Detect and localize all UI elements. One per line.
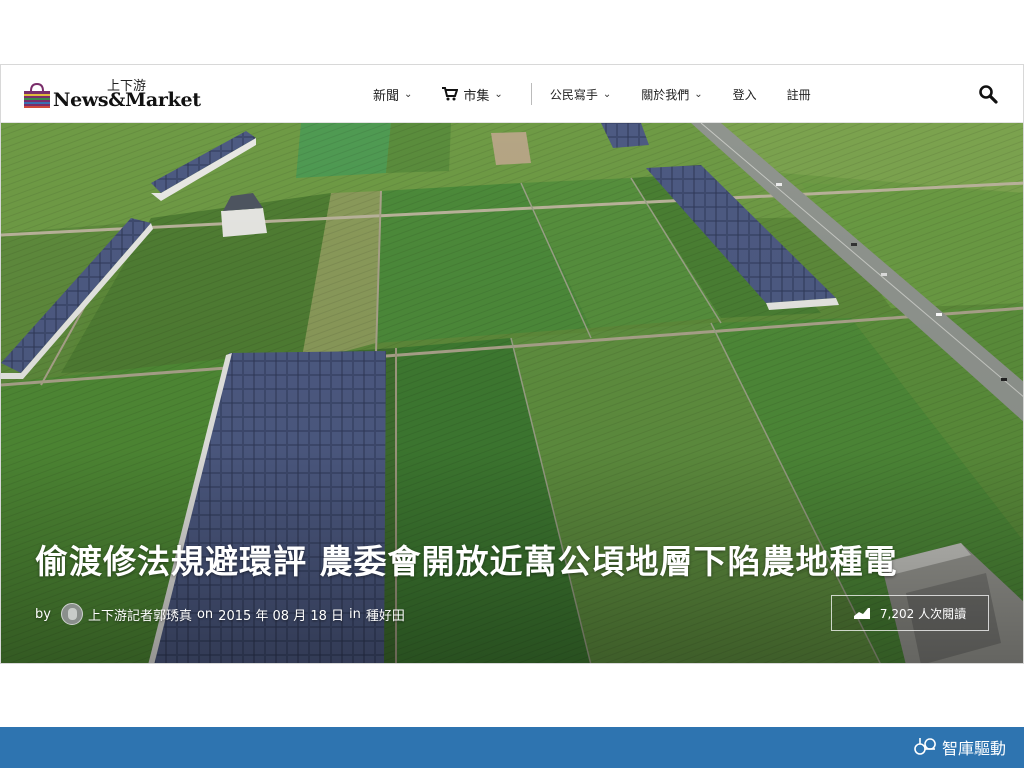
cart-icon xyxy=(442,87,459,101)
trend-chart-icon xyxy=(853,608,870,619)
author-name[interactable]: 上下游記者郭琇真 xyxy=(88,605,192,624)
shopping-bag-logo-icon xyxy=(24,83,50,108)
nav-item-login[interactable]: 登入 xyxy=(733,86,757,103)
view-count-badge: 7,202 人次閱讀 xyxy=(831,595,989,631)
footer-brand-text: 智庫驅動 xyxy=(941,739,1006,758)
byline-by: by xyxy=(35,606,51,622)
brand-logo-icon xyxy=(914,738,936,755)
article-title[interactable]: 偷渡修法規避環評 農委會開放近萬公頃地層下陷農地種電 xyxy=(35,539,975,585)
chevron-down-icon: ⌄ xyxy=(602,88,612,100)
publish-date: 2015 年 08 月 18 日 xyxy=(218,608,345,624)
nav-item-market[interactable]: 市集 ⌄ xyxy=(442,85,503,104)
nav-item-register[interactable]: 註冊 xyxy=(787,86,811,103)
nav-item-label: 公民寫手 xyxy=(549,87,598,102)
view-count-text: 7,202 人次閱讀 xyxy=(879,606,967,621)
hero-section: 偷渡修法規避環評 農委會開放近萬公頃地層下陷農地種電 by 上下游記者郭琇真 o… xyxy=(1,123,1023,663)
nav-item-news[interactable]: 新聞 ⌄ xyxy=(373,85,412,104)
byline-on: on xyxy=(196,606,214,622)
chevron-down-icon: ⌄ xyxy=(404,88,413,100)
nav-item-about[interactable]: 關於我們 ⌄ xyxy=(641,86,702,103)
footer-brand: 智庫驅動 xyxy=(913,735,1006,759)
nav-item-citizen-writers[interactable]: 公民寫手 ⌄ xyxy=(550,86,611,103)
chevron-down-icon: ⌄ xyxy=(494,88,503,100)
logo-brand-text: News&Market xyxy=(53,89,201,111)
slide: 上下游 News&Market 新聞 ⌄ 市集 ⌄ 公民寫手 ⌄ 關於我們 ⌄ … xyxy=(0,0,1024,768)
nav-item-label: 關於我們 xyxy=(641,87,690,102)
nav-divider xyxy=(530,83,532,105)
article-byline: by 上下游記者郭琇真 on 2015 年 08 月 18 日 in 種好田 xyxy=(35,603,410,625)
footer-bar: 智庫驅動 xyxy=(0,727,1024,768)
nav-item-label: 市集 xyxy=(463,88,490,104)
chevron-down-icon: ⌄ xyxy=(694,88,703,100)
main-nav: 新聞 ⌄ 市集 ⌄ 公民寫手 ⌄ 關於我們 ⌄ 登入 註冊 xyxy=(373,65,811,123)
search-icon[interactable] xyxy=(977,83,999,105)
nav-item-label: 註冊 xyxy=(786,87,811,102)
author-avatar[interactable] xyxy=(60,603,83,625)
site-header: 上下游 News&Market 新聞 ⌄ 市集 ⌄ 公民寫手 ⌄ 關於我們 ⌄ … xyxy=(1,65,1023,123)
site-logo[interactable]: 上下游 News&Market xyxy=(23,75,203,115)
nav-item-label: 新聞 xyxy=(373,88,400,104)
website-screenshot: 上下游 News&Market 新聞 ⌄ 市集 ⌄ 公民寫手 ⌄ 關於我們 ⌄ … xyxy=(0,64,1024,664)
category-link[interactable]: 種好田 xyxy=(366,605,405,624)
byline-in: in xyxy=(349,606,361,622)
nav-item-label: 登入 xyxy=(732,87,757,102)
